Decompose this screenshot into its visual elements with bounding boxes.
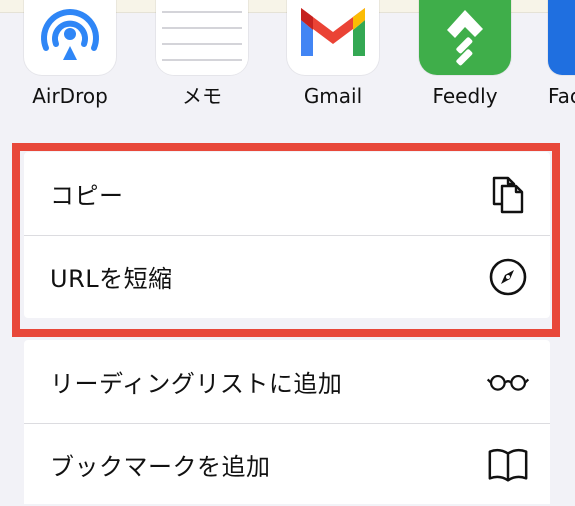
share-app-airdrop[interactable]: AirDrop — [20, 0, 120, 108]
airdrop-label: AirDrop — [32, 84, 108, 108]
share-app-row: AirDrop メモ Gmail Feedly Fa — [0, 0, 575, 125]
action-reading-list-label: リーディングリストに追加 — [50, 370, 343, 398]
gmail-label: Gmail — [303, 84, 363, 108]
app-icon — [548, 0, 575, 75]
memo-app-tile — [156, 0, 248, 75]
feedly-app-tile — [419, 0, 511, 75]
action-copy-label: コピー — [50, 182, 124, 210]
feedly-label: Feedly — [432, 84, 498, 108]
copy-icon — [486, 172, 530, 216]
action-add-bookmark[interactable]: ブックマークを追加 — [24, 423, 550, 506]
action-shorten-url-label: URLを短縮 — [50, 265, 173, 293]
action-group-1: コピー URLを短縮 — [24, 152, 550, 318]
glasses-icon — [486, 360, 530, 404]
share-app-memo[interactable]: メモ — [152, 0, 252, 108]
book-icon — [486, 443, 530, 487]
airdrop-app-tile — [24, 0, 116, 75]
feedly-icon — [447, 10, 483, 66]
action-group-2: リーディングリストに追加 ブックマークを追加 — [24, 340, 550, 504]
compass-icon — [486, 255, 530, 299]
airdrop-icon — [41, 9, 99, 60]
action-add-bookmark-label: ブックマークを追加 — [50, 453, 271, 481]
action-shorten-url[interactable]: URLを短縮 — [24, 235, 550, 318]
notes-icon — [156, 0, 248, 75]
share-app-partial[interactable]: Fac — [548, 0, 575, 108]
gmail-app-tile — [287, 0, 379, 75]
share-app-feedly[interactable]: Feedly — [415, 0, 515, 108]
partial-app-label: Fac — [548, 84, 575, 108]
memo-label: メモ — [182, 84, 222, 108]
gmail-icon — [301, 8, 365, 56]
share-app-gmail[interactable]: Gmail — [283, 0, 383, 108]
action-copy[interactable]: コピー — [24, 152, 550, 235]
action-reading-list[interactable]: リーディングリストに追加 — [24, 340, 550, 423]
